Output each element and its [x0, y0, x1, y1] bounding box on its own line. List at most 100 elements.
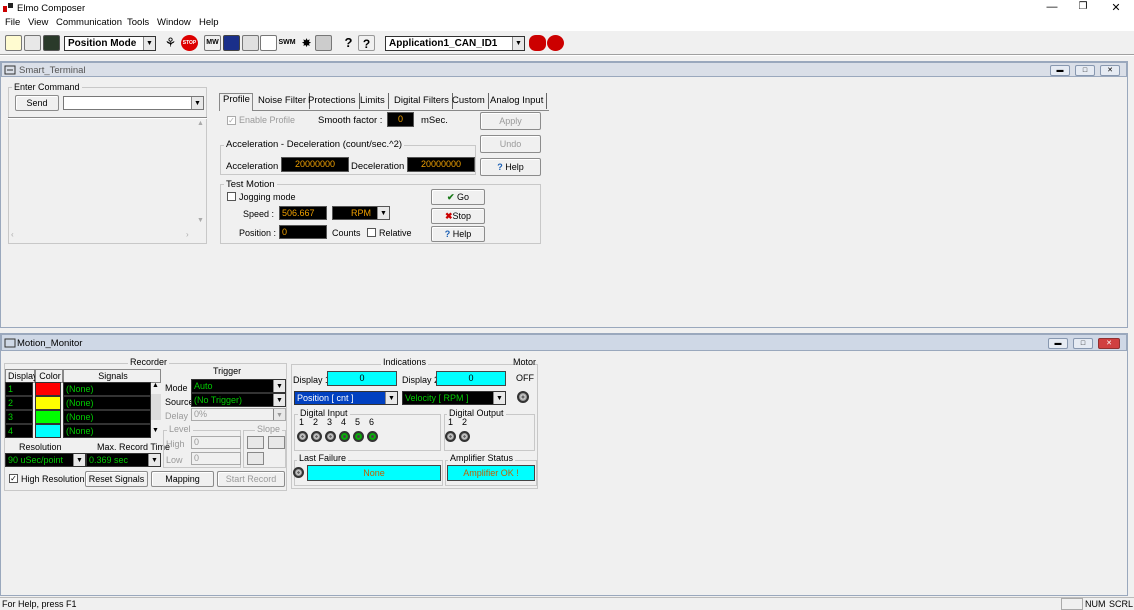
jogging-mode-checkbox[interactable] — [227, 192, 236, 201]
menu-communication[interactable]: Communication — [56, 17, 122, 28]
monitor-maximize-button[interactable]: □ — [1073, 338, 1093, 349]
terminal-output[interactable] — [11, 120, 197, 240]
mapping-button[interactable]: Mapping — [151, 471, 214, 487]
command-input[interactable]: ▼ — [63, 96, 204, 110]
scroll-left-icon[interactable]: ‹ — [11, 230, 14, 239]
minimize-icon[interactable]: — — [1045, 1, 1059, 13]
menu-tools[interactable]: Tools — [127, 17, 149, 28]
signals-scrollbar[interactable] — [151, 394, 161, 420]
tab-digital-filters[interactable]: Digital Filters — [391, 93, 453, 109]
restore-icon[interactable]: ❐ — [1076, 1, 1090, 12]
table-row-signal[interactable]: (None) — [63, 382, 151, 396]
table-row-display[interactable]: 2 — [5, 396, 33, 410]
open-project-icon[interactable] — [24, 35, 41, 51]
table-row-signal[interactable]: (None) — [63, 424, 151, 438]
tab-profile[interactable]: Profile — [220, 92, 253, 108]
undo-button[interactable]: Undo — [480, 135, 541, 153]
go-button[interactable]: ✔ Go — [431, 189, 485, 205]
last-failure-title: Last Failure — [297, 453, 349, 463]
motor-wizard-icon[interactable]: MW — [204, 35, 221, 51]
menu-file[interactable]: File — [5, 17, 20, 28]
position-input[interactable]: 0 — [279, 225, 327, 239]
trigger-delay-label: Delay — [165, 411, 189, 421]
trigger-source-select[interactable]: (No Trigger) ▼ — [191, 393, 286, 407]
table-row-display[interactable]: 3 — [5, 410, 33, 424]
tuning-icon[interactable]: ✸ — [298, 35, 315, 51]
table-icon[interactable] — [315, 35, 332, 51]
disconnect-icon[interactable] — [547, 35, 564, 51]
close-icon[interactable]: ✕ — [1109, 1, 1123, 14]
last-failure-led[interactable] — [293, 467, 304, 478]
slope-title: Slope — [255, 424, 283, 434]
send-button[interactable]: Send — [15, 95, 59, 111]
table-row-signal[interactable]: (None) — [63, 410, 151, 424]
new-project-icon[interactable] — [5, 35, 22, 51]
scope-icon[interactable] — [242, 35, 259, 51]
monitor-icon[interactable] — [223, 35, 240, 51]
speed-input[interactable]: 506.667 — [279, 206, 327, 220]
table-row-signal[interactable]: (None) — [63, 396, 151, 410]
level-high-input[interactable]: 0 — [191, 436, 241, 449]
tab-noise-filter[interactable]: Noise Filter — [255, 93, 311, 109]
start-record-button[interactable]: Start Record — [217, 471, 285, 487]
save-project-icon[interactable] — [43, 35, 60, 51]
falling-slope-icon[interactable] — [247, 452, 264, 465]
connect-icon[interactable] — [529, 35, 546, 51]
tab-limits[interactable]: Limits — [357, 93, 389, 109]
menu-view[interactable]: View — [28, 17, 48, 28]
monitor-close-button[interactable]: ✕ — [1098, 338, 1120, 349]
motion-icon[interactable]: ⚘ — [162, 35, 179, 51]
acceleration-input[interactable]: 20000000 — [281, 157, 349, 172]
relative-checkbox[interactable] — [367, 228, 376, 237]
tab-analog-input[interactable]: Analog Input — [487, 93, 548, 109]
table-row-display[interactable]: 4 — [5, 424, 33, 438]
table-row-color[interactable] — [35, 424, 61, 438]
motion-monitor-window: Motion_Monitor ▬ □ ✕ Recorder Display Co… — [0, 333, 1128, 596]
tab-protections[interactable]: Protections — [305, 93, 360, 109]
rising-slope-icon[interactable] — [247, 436, 264, 449]
stop-icon[interactable]: STOP — [181, 35, 198, 51]
scroll-up-icon[interactable]: ▲ — [152, 382, 159, 389]
scroll-down-icon[interactable]: ▼ — [152, 427, 159, 434]
resolution-select[interactable]: 90 uSec/point ▼ — [5, 453, 86, 467]
menu-window[interactable]: Window — [157, 17, 191, 28]
high-resolution-checkbox[interactable]: ✓ — [9, 474, 18, 483]
chevron-down-icon: ▼ — [512, 37, 524, 50]
stop-button[interactable]: ✖Stop — [431, 208, 485, 224]
test-help-button[interactable]: ? Help — [431, 226, 485, 242]
context-help-icon[interactable]: ? — [358, 35, 375, 51]
scroll-up-icon[interactable]: ▲ — [197, 120, 204, 127]
scroll-right-icon[interactable]: › — [186, 230, 189, 239]
table-row-color[interactable] — [35, 396, 61, 410]
motor-led[interactable] — [517, 391, 529, 403]
tab-custom[interactable]: Custom — [449, 93, 489, 109]
apply-button[interactable]: Apply — [480, 112, 541, 130]
terminal-minimize-button[interactable]: ▬ — [1050, 65, 1070, 76]
menu-help[interactable]: Help — [199, 17, 219, 28]
trigger-delay-select[interactable]: 0% ▼ — [191, 408, 286, 421]
profile-help-button[interactable]: ? Help — [480, 158, 541, 176]
scroll-down-icon[interactable]: ▼ — [197, 217, 204, 224]
swm-icon[interactable]: SWM — [278, 35, 296, 51]
pulse-slope-icon[interactable] — [268, 436, 285, 449]
terminal-icon[interactable] — [260, 35, 277, 51]
display2-select[interactable]: Velocity [ RPM ] ▼ — [402, 391, 506, 405]
max-record-select[interactable]: 0.369 sec ▼ — [86, 453, 161, 467]
application-select[interactable]: Application1_CAN_ID1 ▼ — [385, 36, 525, 51]
level-low-input[interactable]: 0 — [191, 452, 241, 465]
mode-select[interactable]: Position Mode ▼ — [64, 36, 156, 51]
help-icon[interactable]: ? — [340, 35, 357, 51]
monitor-minimize-button[interactable]: ▬ — [1048, 338, 1068, 349]
display1-select[interactable]: Position [ cnt ] ▼ — [294, 391, 398, 405]
terminal-maximize-button[interactable]: □ — [1075, 65, 1095, 76]
trigger-mode-select[interactable]: Auto ▼ — [191, 379, 286, 393]
deceleration-input[interactable]: 20000000 — [407, 157, 475, 172]
reset-signals-button[interactable]: Reset Signals — [85, 471, 148, 487]
smooth-factor-input[interactable]: 0 — [387, 112, 414, 127]
table-row-display[interactable]: 1 — [5, 382, 33, 396]
table-row-color[interactable] — [35, 382, 61, 396]
speed-unit-select[interactable]: RPM ▼ — [332, 206, 390, 220]
table-row-color[interactable] — [35, 410, 61, 424]
terminal-close-button[interactable]: ✕ — [1100, 65, 1120, 76]
enable-profile-checkbox[interactable]: ✓ — [227, 116, 236, 125]
